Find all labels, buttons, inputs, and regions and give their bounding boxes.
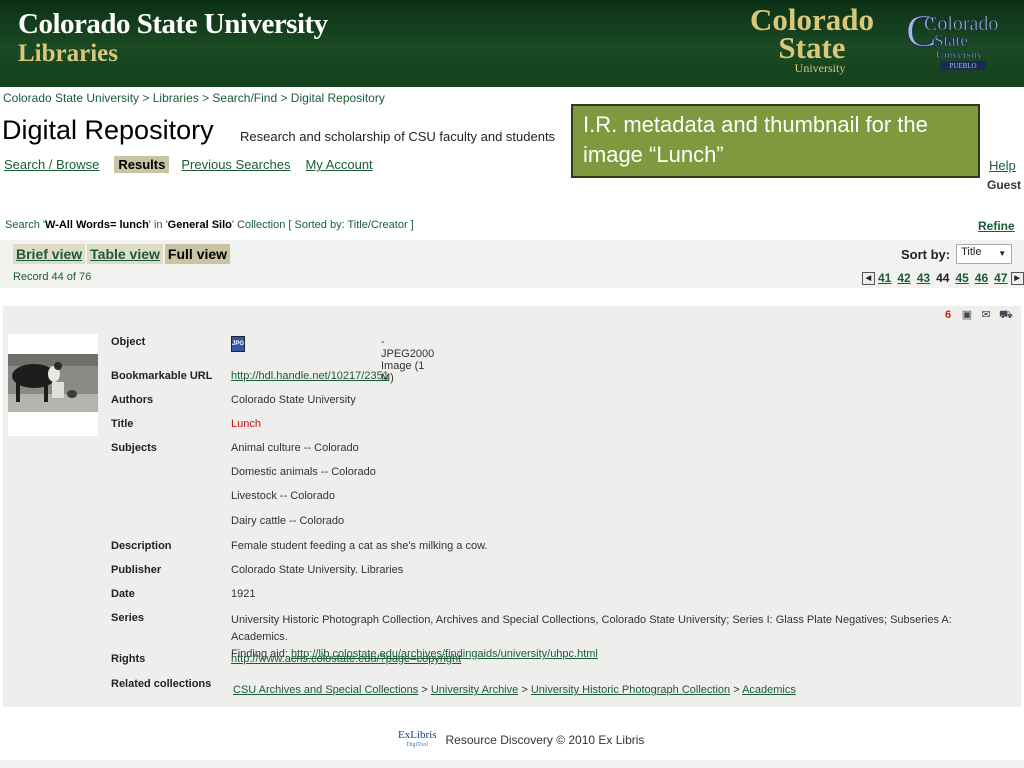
title-value: Lunch: [231, 418, 261, 430]
publisher-value: Colorado State University. Libraries: [231, 564, 404, 576]
pdf-icon[interactable]: 6: [942, 309, 954, 321]
description-value: Female student feeding a cat as she's mi…: [231, 540, 488, 552]
csu-title[interactable]: Colorado State University: [18, 8, 328, 41]
bookmarkable-url-link[interactable]: http://hdl.handle.net/10217/2351: [231, 370, 389, 382]
label-publisher: Publisher: [111, 564, 162, 576]
search-prefix: Search ': [5, 219, 46, 231]
related-link-academics[interactable]: Academics: [742, 684, 796, 696]
related-link-photo-collection[interactable]: University Historic Photograph Collectio…: [531, 684, 730, 696]
label-bookmarkable-url: Bookmarkable URL: [111, 370, 213, 382]
nav-my-account[interactable]: My Account: [305, 157, 372, 172]
photo-thumbnail-image: [8, 354, 98, 412]
page-link-47[interactable]: 47: [994, 271, 1007, 285]
label-description: Description: [111, 540, 172, 552]
search-silo: General Silo: [167, 219, 232, 231]
digitool-logo-text: DigiTool: [406, 742, 429, 748]
nav-results[interactable]: Results: [114, 156, 170, 173]
logo-pueblo-word-2: State: [934, 31, 968, 50]
help-link[interactable]: Help: [989, 158, 1016, 173]
search-mid: ' in ': [148, 219, 168, 231]
chevron-down-icon: ▼: [998, 249, 1007, 258]
csu-logo[interactable]: Colorado State University: [740, 2, 885, 76]
pager: ◀ 41 42 43 44 45 46 47 ▶: [862, 271, 1024, 285]
subject-item: Dairy cattle -- Colorado: [231, 515, 345, 527]
search-suffix: ' Collection: [231, 219, 289, 231]
page-title: Digital Repository: [2, 115, 214, 145]
label-date: Date: [111, 588, 135, 600]
rights-link[interactable]: http://www.acns.colostate.edu/?page=copy…: [231, 653, 461, 665]
search-query: W-All Words= lunch: [45, 219, 149, 231]
sort-select[interactable]: Title ▼: [956, 244, 1013, 264]
view-toolbar: Brief view Table view Full view Sort by:…: [0, 240, 1024, 288]
tab-full-view[interactable]: Full view: [164, 244, 231, 264]
libraries-subtitle[interactable]: Libraries: [18, 40, 118, 68]
related-separator: >: [521, 684, 528, 696]
related-separator: >: [421, 684, 428, 696]
logo-pueblo-word-4: PUEBLO: [949, 62, 976, 70]
prev-page-icon[interactable]: ◀: [862, 271, 875, 285]
object-file[interactable]: JPG: [231, 336, 1011, 352]
email-icon[interactable]: ✉: [980, 309, 992, 321]
cart-icon[interactable]: ⛟: [999, 309, 1013, 321]
sort-label: Sort by:: [901, 246, 951, 262]
refine-link[interactable]: Refine: [978, 219, 1015, 233]
related-link-university-archive[interactable]: University Archive: [431, 684, 518, 696]
search-summary: Search 'W-All Words= lunch' in 'General …: [5, 219, 414, 231]
sort-control: Sort by: Title ▼: [901, 244, 1013, 264]
nav-search-browse[interactable]: Search / Browse: [4, 157, 99, 172]
annotation-callout: I.R. metadata and thumbnail for the imag…: [571, 104, 980, 178]
label-related-collections: Related collections: [111, 678, 212, 690]
tab-table-view[interactable]: Table view: [87, 244, 163, 264]
related-collections-path: CSU Archives and Special Collections > U…: [233, 684, 1013, 696]
main-nav: Search / Browse Results Previous Searche…: [4, 156, 388, 173]
page-link-42[interactable]: 42: [897, 271, 910, 285]
series-text: University Historic Photograph Collectio…: [231, 614, 952, 643]
label-series: Series: [111, 612, 145, 624]
guest-label: Guest: [987, 178, 1022, 192]
page-link-43[interactable]: 43: [917, 271, 930, 285]
jpeg-file-icon[interactable]: JPG: [231, 336, 245, 352]
page-tagline: Research and scholarship of CSU faculty …: [240, 129, 556, 144]
page-link-41[interactable]: 41: [878, 271, 891, 285]
breadcrumb[interactable]: Colorado State University > Libraries > …: [3, 91, 385, 105]
page-link-46[interactable]: 46: [975, 271, 988, 285]
related-link-archives[interactable]: CSU Archives and Special Collections: [233, 684, 418, 696]
nav-previous-searches[interactable]: Previous Searches: [181, 157, 290, 172]
record-thumbnail[interactable]: [8, 334, 98, 436]
record-actions: 6 ▣ ✉ ⛟: [935, 309, 1013, 321]
logo-pueblo-word-3: University: [936, 49, 983, 61]
page-current: 44: [936, 271, 950, 285]
footer: ExLibris DigiTool Resource Discovery © 20…: [398, 730, 644, 750]
date-value: 1921: [231, 588, 256, 600]
next-page-icon[interactable]: ▶: [1010, 271, 1024, 285]
subject-item: Domestic animals -- Colorado: [231, 466, 376, 478]
label-object: Object: [111, 336, 146, 348]
tab-brief-view[interactable]: Brief view: [13, 244, 86, 264]
authors-value: Colorado State University: [231, 394, 356, 406]
subject-item: Livestock -- Colorado: [231, 490, 335, 502]
label-authors: Authors: [111, 394, 154, 406]
exlibris-logo[interactable]: ExLibris DigiTool: [398, 730, 437, 750]
subject-item: Animal culture -- Colorado: [231, 442, 359, 454]
sort-selected: Title: [961, 246, 982, 258]
header-banner: Colorado State University Libraries Colo…: [0, 0, 1024, 87]
label-rights: Rights: [111, 653, 146, 665]
footer-text: Resource Discovery © 2010 Ex Libris: [445, 733, 645, 747]
logo-csu-word-3: University: [795, 61, 846, 75]
footer-bar: [0, 760, 1024, 768]
related-separator: >: [733, 684, 740, 696]
label-title: Title: [111, 418, 134, 430]
page-link-45[interactable]: 45: [955, 271, 968, 285]
view-tabs: Brief view Table view Full view: [13, 244, 232, 264]
csu-pueblo-logo[interactable]: C Colorado State University PUEBLO: [906, 6, 1006, 72]
label-subjects: Subjects: [111, 442, 157, 454]
record-counter: Record 44 of 76: [13, 271, 92, 283]
logo-csu-word-2: State: [778, 30, 845, 65]
search-sorted: [ Sorted by: Title/Creator ]: [288, 219, 414, 231]
record-panel: 6 ▣ ✉ ⛟ Object JPG - JPEG2000 Image (1 M…: [3, 306, 1021, 707]
save-icon[interactable]: ▣: [961, 309, 973, 321]
